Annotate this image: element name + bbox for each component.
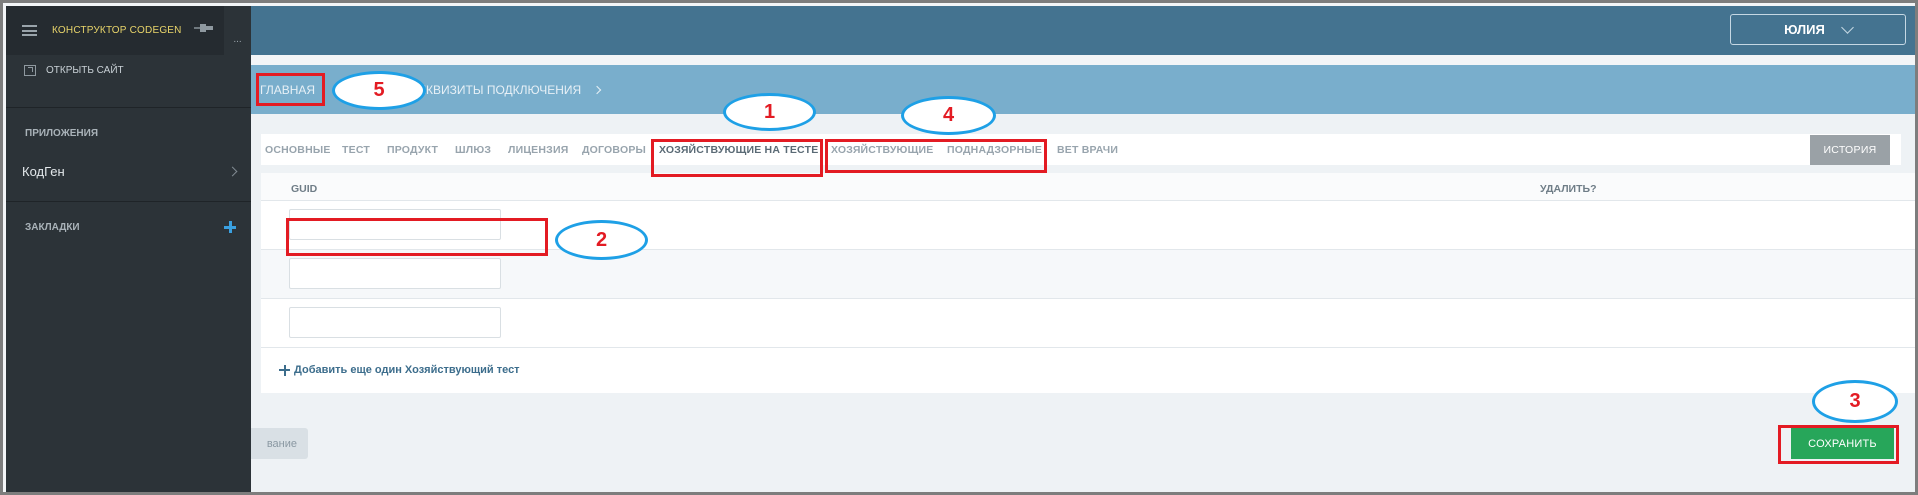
column-guid: GUID [291,183,318,195]
annotation-marker-3: 3 [1812,380,1898,423]
pin-icon[interactable] [194,23,214,33]
sidebar-collapse-tab[interactable]: ... [224,6,251,55]
tab-osnovnye[interactable]: ОСНОВНЫЕ [265,144,331,156]
plus-icon [279,364,290,376]
tab-bar: ОСНОВНЫЕ ТЕСТ ПРОДУКТ ШЛЮЗ ЛИЦЕНЗИЯ ДОГО… [261,134,1901,165]
chevron-right-icon [592,85,602,94]
tab-shlyuz[interactable]: ШЛЮЗ [455,144,491,156]
app-frame: КОНСТРУКТОР CODEGEN ... ОТКРЫТЬ САЙТ ПРИ… [0,0,1918,495]
add-row-link[interactable]: Добавить еще один Хозяйствующий тест [279,364,520,376]
bookmarks-section-title: ЗАКЛАДКИ [25,221,80,233]
tab-produkt[interactable]: ПРОДУКТ [387,144,438,156]
bookmarks-section: ЗАКЛАДКИ [6,221,251,233]
guid-table: GUID УДАЛИТЬ? Добавить еще один Хозяйств… [261,173,1915,393]
user-menu-button[interactable]: ЮЛИЯ [1730,14,1906,45]
secondary-action-button[interactable]: вание [251,428,308,459]
table-header: GUID УДАЛИТЬ? [261,173,1915,201]
annotation-box-guid [286,218,548,256]
tab-vet-vrachi[interactable]: ВЕТ ВРАЧИ [1057,144,1118,156]
sidebar-item-label: КодГен [22,164,65,179]
add-row-area: Добавить еще один Хозяйствующий тест [261,348,1915,393]
guid-input-row-2[interactable] [289,258,501,289]
sidebar-header: КОНСТРУКТОР CODEGEN ... [6,6,251,55]
apps-section-title: ПРИЛОЖЕНИЯ [25,128,99,139]
chevron-right-icon [227,166,238,177]
add-row-label: Добавить еще один Хозяйствующий тест [294,364,520,376]
user-name: ЮЛИЯ [1784,22,1825,37]
sidebar-item-codegen[interactable]: КодГен [6,164,251,179]
annotation-marker-2: 2 [555,220,648,260]
history-button[interactable]: ИСТОРИЯ [1810,135,1890,165]
guid-input-row-3[interactable] [289,307,501,338]
annotation-box-tab-1 [651,139,823,177]
add-bookmark-icon[interactable] [224,221,236,233]
annotation-box-save [1778,425,1899,464]
open-site-label: ОТКРЫТЬ САЙТ [46,64,124,76]
sidebar: КОНСТРУКТОР CODEGEN ... ОТКРЫТЬ САЙТ ПРИ… [6,6,251,492]
breadcrumb: ГЛАВНАЯ РЕКВИЗИТЫ ПОДКЛЮЧЕНИЯ [251,65,1915,114]
external-link-icon [24,64,36,76]
app-title: КОНСТРУКТОР CODEGEN [52,25,182,36]
main-content: ОСНОВНЫЕ ТЕСТ ПРОДУКТ ШЛЮЗ ЛИЦЕНЗИЯ ДОГО… [251,114,1915,492]
chevron-down-icon [1840,20,1854,34]
tab-test[interactable]: ТЕСТ [342,144,370,156]
annotation-marker-5: 5 [332,71,426,110]
annotation-marker-4: 4 [901,96,996,135]
annotation-box-tabs-4 [825,139,1047,173]
annotation-box-home [256,73,325,106]
open-site-link[interactable]: ОТКРЫТЬ САЙТ [6,55,251,85]
table-row [261,250,1915,299]
tab-dogovory[interactable]: ДОГОВОРЫ [582,144,646,156]
menu-icon[interactable] [22,25,37,36]
annotation-marker-1: 1 [723,93,816,131]
tab-litsenziya[interactable]: ЛИЦЕНЗИЯ [508,144,568,156]
breadcrumb-current: РЕКВИЗИТЫ ПОДКЛЮЧЕНИЯ [410,82,582,97]
top-header: ЮЛИЯ [251,6,1915,55]
column-delete: УДАЛИТЬ? [1540,183,1597,195]
table-row [261,299,1915,348]
